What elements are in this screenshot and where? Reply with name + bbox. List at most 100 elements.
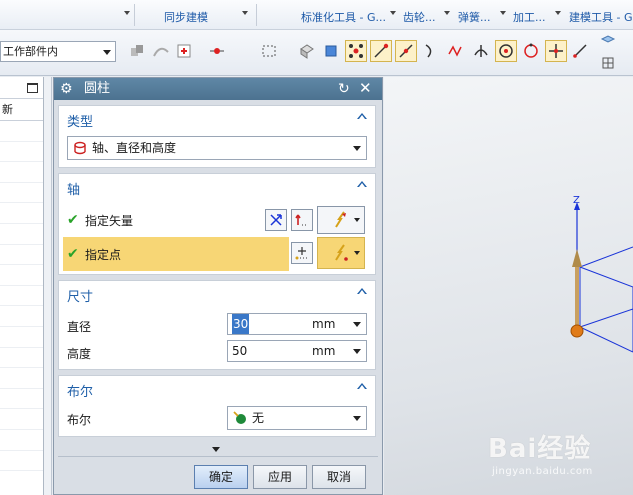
diameter-input[interactable]: 30 mm	[227, 313, 367, 335]
dimensions-group: 尺寸 直径 30 mm 高度 50 mm	[58, 280, 376, 370]
navigator-row[interactable]	[0, 389, 43, 410]
navigator-column-header[interactable]: 新	[0, 99, 43, 121]
height-input[interactable]: 50 mm	[227, 340, 367, 362]
chevron-down-icon[interactable]	[353, 349, 361, 354]
baidu-watermark: Bai经验 jingyan.baidu.com	[488, 428, 592, 477]
type-select-value: 轴、直径和高度	[92, 141, 177, 155]
menu-dropdown-arrow[interactable]	[555, 11, 561, 15]
inferred-vector-select[interactable]	[317, 206, 365, 234]
menu-spring[interactable]: 弹簧...	[458, 9, 491, 25]
view-icon[interactable]	[597, 30, 619, 52]
navigator-row[interactable]	[0, 306, 43, 327]
preview-wireframe	[579, 246, 633, 353]
snap-icon[interactable]	[206, 40, 228, 62]
collapse-icon[interactable]	[357, 288, 367, 294]
collapse-icon[interactable]	[357, 383, 367, 389]
chevron-down-icon	[103, 50, 111, 55]
close-icon[interactable]: ✕	[359, 79, 372, 98]
point-snap-icon[interactable]	[345, 40, 367, 62]
apply-button[interactable]: 应用	[253, 465, 307, 489]
curve-icon[interactable]	[150, 40, 172, 62]
menu-dropdown-arrow[interactable]	[124, 11, 130, 15]
navigator-row[interactable]	[0, 142, 43, 163]
existing-point-icon[interactable]	[545, 40, 567, 62]
collapse-icon[interactable]	[357, 181, 367, 187]
menu-gear[interactable]: 齿轮...	[403, 9, 436, 25]
inferred-point-select[interactable]	[317, 237, 365, 269]
dialog-divider	[58, 456, 378, 457]
endpoint-icon[interactable]	[370, 40, 392, 62]
dimensions-group-title[interactable]: 尺寸	[67, 286, 93, 305]
selection-scope-select[interactable]: 工作部件内	[0, 41, 116, 62]
check-icon: ✔	[67, 246, 79, 262]
boolean-select-value: 无	[252, 411, 265, 425]
navigator-row[interactable]	[0, 203, 43, 224]
boolean-group-title[interactable]: 布尔	[67, 381, 93, 400]
rectangle-select-icon[interactable]	[258, 40, 280, 62]
assembly-icon[interactable]	[126, 40, 148, 62]
menu-modeling-tools[interactable]: 建模工具 - G	[569, 9, 633, 25]
menu-standard-tools[interactable]: 标准化工具 - G...	[301, 9, 386, 25]
ok-button[interactable]: 确定	[194, 465, 248, 489]
navigator-row[interactable]	[0, 409, 43, 430]
navigator-row[interactable]	[0, 183, 43, 204]
menu-bar: 同步建模 标准化工具 - G... 齿轮... 弹簧... 加工... 建模工具…	[0, 0, 633, 30]
point-dialog-icon[interactable]	[291, 242, 313, 264]
diameter-unit: mm	[312, 317, 336, 331]
body-icon[interactable]	[320, 40, 342, 62]
diameter-label: 直径	[67, 320, 92, 334]
dialog-titlebar[interactable]: ⚙ 圆柱 ↻ ✕	[54, 78, 382, 100]
boolean-select[interactable]: 无	[227, 406, 367, 430]
type-select[interactable]: 轴、直径和高度	[67, 136, 367, 160]
reset-icon[interactable]: ↻	[338, 80, 350, 98]
tangent-icon[interactable]	[445, 40, 467, 62]
more-options-icon[interactable]	[212, 447, 220, 452]
cancel-button[interactable]: 取消	[312, 465, 366, 489]
center-icon[interactable]	[495, 40, 517, 62]
axis-group: 轴 ✔ 指定矢量 ✔ 指定点	[58, 173, 376, 275]
reverse-direction-icon[interactable]	[265, 209, 287, 231]
navigator-row[interactable]	[0, 162, 43, 183]
navigator-row[interactable]	[0, 286, 43, 307]
chevron-down-icon	[354, 218, 360, 222]
menu-dropdown-arrow[interactable]	[242, 11, 248, 15]
part-navigator: 新	[0, 77, 44, 495]
menu-dropdown-arrow[interactable]	[444, 11, 450, 15]
menu-dropdown-arrow[interactable]	[390, 11, 396, 15]
navigator-row[interactable]	[0, 348, 43, 369]
menu-sync-modeling[interactable]: 同步建模	[164, 9, 208, 25]
quadrant-icon[interactable]	[520, 40, 542, 62]
navigator-scrollbar[interactable]	[44, 77, 52, 495]
navigator-row[interactable]	[0, 245, 43, 266]
navigator-row[interactable]	[0, 451, 43, 472]
boolean-label: 布尔	[67, 413, 92, 427]
curve-point-icon[interactable]	[420, 40, 442, 62]
type-group-title[interactable]: 类型	[67, 111, 93, 130]
boolean-group: 布尔 布尔 无	[58, 375, 376, 437]
navigator-row[interactable]	[0, 121, 43, 142]
vector-arrowhead	[572, 249, 582, 267]
diameter-value: 30	[232, 314, 250, 334]
midpoint-icon[interactable]	[395, 40, 417, 62]
navigator-row[interactable]	[0, 430, 43, 451]
maximize-icon[interactable]	[27, 83, 38, 93]
collapse-icon[interactable]	[357, 113, 367, 119]
intersection-icon[interactable]	[470, 40, 492, 62]
filter-icon[interactable]	[174, 40, 196, 62]
navigator-row[interactable]	[0, 368, 43, 389]
navigator-row[interactable]	[0, 327, 43, 348]
navigator-row[interactable]	[0, 224, 43, 245]
grid-icon[interactable]	[597, 52, 619, 74]
menu-machining[interactable]: 加工...	[513, 9, 546, 25]
solid-icon[interactable]	[296, 40, 318, 62]
origin-point[interactable]	[570, 324, 584, 338]
height-unit: mm	[312, 344, 336, 358]
axis-group-title[interactable]: 轴	[67, 179, 80, 198]
chevron-down-icon[interactable]	[353, 322, 361, 327]
navigator-row[interactable]	[0, 265, 43, 286]
menu-dropdown-arrow[interactable]	[500, 11, 506, 15]
line-icon[interactable]	[569, 40, 591, 62]
vector-dialog-icon[interactable]	[291, 209, 313, 231]
watermark-brand: Bai经验	[488, 434, 592, 464]
gear-icon[interactable]: ⚙	[60, 81, 73, 97]
